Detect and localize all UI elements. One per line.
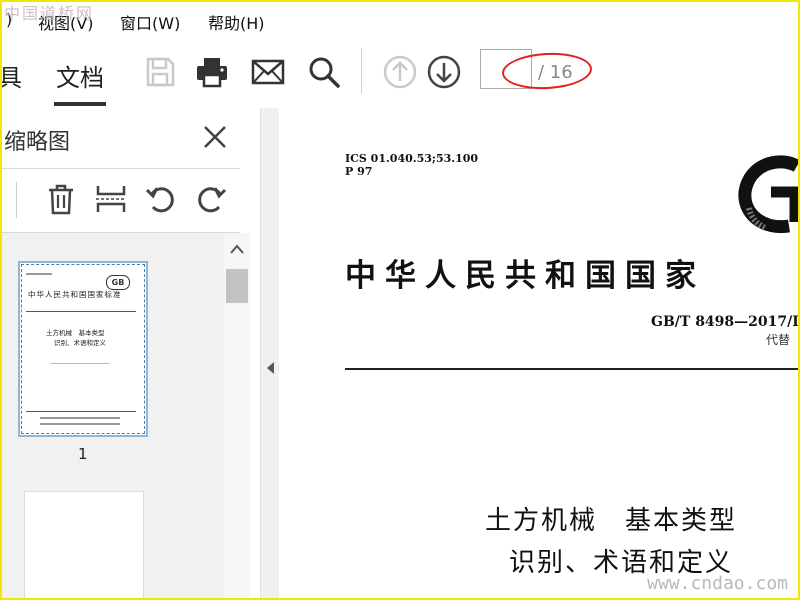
page-thumbnail-1[interactable]: GB 中华人民共和国国家标准 土方机械 基本类型 识别、术语和定义 bbox=[18, 261, 148, 437]
tab-document[interactable]: 文档 bbox=[56, 58, 104, 93]
thumb-ics-line bbox=[26, 273, 52, 275]
tab-tools[interactable]: 具 bbox=[2, 58, 22, 93]
document-view: ICS 01.040.53;53.100 P 97 中华人民共和国国家 GB/T… bbox=[279, 108, 798, 598]
toolbar-separator bbox=[361, 48, 362, 94]
thumb-footer-1 bbox=[40, 417, 120, 419]
delete-icon[interactable] bbox=[44, 182, 78, 216]
thumb-gb-logo: GB bbox=[106, 275, 130, 290]
doc-title-line-1: 土方机械 基本类型 bbox=[485, 506, 738, 536]
menu-bar: ) 视图(V) 窗口(W) 帮助(H) bbox=[2, 2, 798, 38]
search-icon[interactable] bbox=[306, 54, 342, 90]
rotate-right-icon[interactable] bbox=[194, 182, 228, 216]
doc-replaces-label: 代替 bbox=[766, 333, 791, 347]
menu-item-window[interactable]: 窗口(W) bbox=[120, 10, 180, 34]
panel-title: 缩略图 bbox=[4, 130, 71, 155]
thumb-title-2: 识别、术语和定义 bbox=[54, 339, 106, 347]
thumb-rule-bottom bbox=[26, 411, 136, 412]
print-icon[interactable] bbox=[194, 54, 230, 90]
thumbnail-scrollbar[interactable] bbox=[224, 233, 250, 598]
panel-tool-separator bbox=[16, 182, 17, 218]
next-page-icon[interactable] bbox=[426, 54, 462, 90]
doc-horizontal-rule bbox=[345, 368, 798, 370]
thumb-footer-2 bbox=[40, 423, 120, 425]
watermark-top-left: 中国道桥网 bbox=[4, 4, 95, 23]
watermark-bottom-right: www.cndao.com bbox=[647, 573, 788, 594]
crop-icon[interactable] bbox=[94, 182, 128, 216]
thumb-line bbox=[50, 363, 110, 364]
rotate-left-icon[interactable] bbox=[144, 182, 178, 216]
toolbar: 具 文档 / 16 bbox=[2, 38, 798, 109]
doc-ics-code: ICS 01.040.53;53.100 bbox=[345, 152, 479, 165]
close-icon[interactable] bbox=[200, 122, 230, 152]
gb-logo-icon bbox=[738, 155, 798, 234]
scroll-thumb[interactable] bbox=[226, 269, 248, 303]
thumbnail-list: GB 中华人民共和国国家标准 土方机械 基本类型 识别、术语和定义 1 bbox=[2, 233, 224, 598]
thumb-rule bbox=[26, 311, 136, 312]
collapse-panel-icon[interactable] bbox=[264, 360, 276, 376]
panel-collapse-strip[interactable] bbox=[261, 108, 279, 598]
thumbnail-page-number: 1 bbox=[78, 445, 88, 463]
save-icon[interactable] bbox=[142, 54, 178, 90]
thumbnail-panel: 缩略图 GB 中华人民共和国国家标准 土方机械 基本类型 识别、术语和定义 1 bbox=[2, 108, 261, 598]
email-icon[interactable] bbox=[250, 54, 286, 90]
menu-item-help[interactable]: 帮助(H) bbox=[208, 10, 265, 34]
thumb-title-1: 土方机械 基本类型 bbox=[46, 329, 105, 337]
page-thumbnail-2[interactable] bbox=[24, 491, 144, 598]
previous-page-icon[interactable] bbox=[382, 54, 418, 90]
panel-divider bbox=[2, 168, 240, 169]
doc-national-standard-heading: 中华人民共和国国家 bbox=[345, 258, 705, 294]
app-window: 中国道桥网 ) 视图(V) 窗口(W) 帮助(H) 具 文档 / 16 缩略图 … bbox=[0, 0, 800, 600]
thumb-header: 中华人民共和国国家标准 bbox=[28, 290, 122, 299]
active-tab-indicator bbox=[54, 102, 106, 106]
scroll-up-arrow-icon[interactable] bbox=[230, 243, 244, 255]
doc-p-code: P 97 bbox=[345, 165, 373, 178]
doc-standard-number: GB/T 8498—2017/IS bbox=[651, 314, 798, 330]
